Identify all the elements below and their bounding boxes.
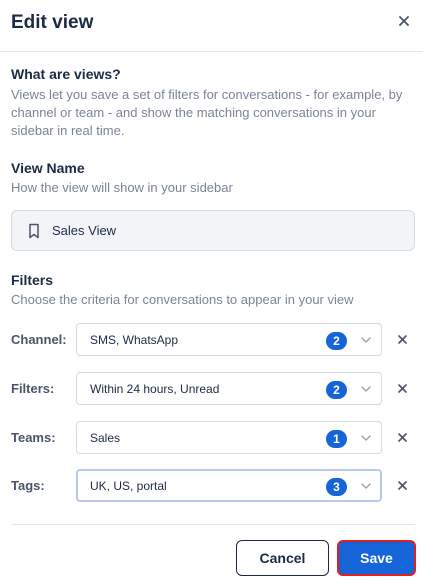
close-icon[interactable] [397,14,411,28]
count-badge: 1 [326,430,347,448]
remove-filter-icon[interactable] [398,384,407,393]
modal-header: Edit view [0,0,423,52]
about-heading: What are views? [11,66,121,82]
about-text-line-2: channel or team - and show the matching … [11,105,376,120]
bookmark-icon [29,223,39,239]
filter-label: Channel: [11,332,67,347]
view-name-description: How the view will show in your sidebar [11,180,233,195]
about-text-line-3: sidebar in real time. [11,123,125,138]
select-value: Within 24 hours, Unread [90,382,220,396]
remove-filter-icon[interactable] [398,335,407,344]
remove-filter-icon[interactable] [398,481,407,490]
remove-filter-icon[interactable] [398,433,407,442]
filters-heading: Filters [11,272,54,288]
count-badge: 3 [326,478,347,496]
chevron-down-icon [361,386,371,392]
cancel-button[interactable]: Cancel [236,540,329,576]
footer-divider [11,524,415,525]
save-button[interactable]: Save [337,540,416,576]
save-button-label: Save [360,550,393,566]
about-text-line-1: Views let you save a set of filters for … [11,87,403,102]
select-value: SMS, WhatsApp [90,333,179,347]
filters-select[interactable]: Within 24 hours, Unread 2 [76,372,382,405]
filters-description: Choose the criteria for conversations to… [11,292,354,307]
view-name-value: Sales View [52,223,117,238]
select-value: UK, US, portal [90,479,167,493]
filter-label: Tags: [11,478,45,493]
chevron-down-icon [361,483,371,489]
view-name-input[interactable]: Sales View [11,210,415,251]
chevron-down-icon [361,337,371,343]
channel-select[interactable]: SMS, WhatsApp 2 [76,323,382,356]
filter-row-filters: Filters: Within 24 hours, Unread 2 [0,372,423,405]
filter-label: Teams: [11,430,56,445]
chevron-down-icon [361,435,371,441]
count-badge: 2 [326,381,347,399]
teams-select[interactable]: Sales 1 [76,421,382,454]
select-value: Sales [90,431,121,445]
filter-row-teams: Teams: Sales 1 [0,421,423,454]
modal-title: Edit view [11,12,94,33]
view-name-heading: View Name [11,160,85,176]
count-badge: 2 [326,332,347,350]
tags-select[interactable]: UK, US, portal 3 [76,469,382,502]
filter-row-tags: Tags: UK, US, portal 3 [0,469,423,502]
filter-row-channel: Channel: SMS, WhatsApp 2 [0,323,423,356]
filter-label: Filters: [11,381,55,396]
